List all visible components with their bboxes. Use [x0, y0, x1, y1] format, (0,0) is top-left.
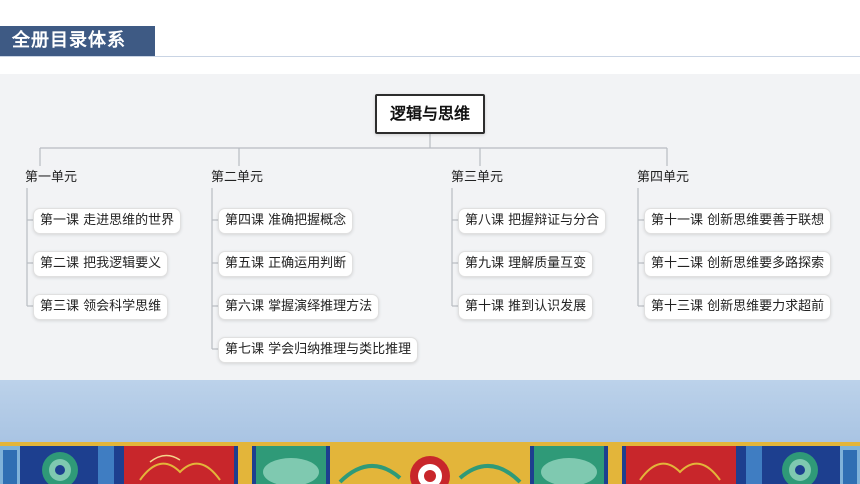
lesson-4: 第四课 准确把握概念 — [218, 208, 354, 234]
unit-1-label: 第一单元 — [22, 168, 81, 188]
lesson-13: 第十三课 创新思维要力求超前 — [644, 294, 832, 320]
lesson-1: 第一课 走进思维的世界 — [33, 208, 182, 234]
lesson-3: 第三课 领会科学思维 — [33, 294, 169, 320]
lesson-2: 第二课 把我逻辑要义 — [33, 251, 169, 277]
lesson-5: 第五课 正确运用判断 — [218, 251, 354, 277]
unit-3-label: 第三单元 — [448, 168, 507, 188]
sky-band — [0, 380, 860, 442]
unit-4-label: 第四单元 — [634, 168, 693, 188]
lesson-11: 第十一课 创新思维要善于联想 — [644, 208, 832, 234]
lesson-8: 第八课 把握辩证与分合 — [458, 208, 607, 234]
decorative-border — [0, 442, 860, 484]
lesson-6: 第六课 掌握演绎推理方法 — [218, 294, 380, 320]
lesson-12: 第十二课 创新思维要多路探索 — [644, 251, 832, 277]
lesson-10: 第十课 推到认识发展 — [458, 294, 594, 320]
lesson-9: 第九课 理解质量互变 — [458, 251, 594, 277]
lesson-7: 第七课 学会归纳推理与类比推理 — [218, 337, 419, 363]
root-node: 逻辑与思维 — [375, 94, 485, 134]
ornament-pattern-icon — [0, 442, 860, 484]
unit-2-label: 第二单元 — [208, 168, 267, 188]
